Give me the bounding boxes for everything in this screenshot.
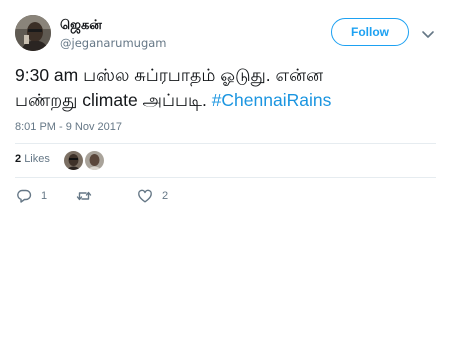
divider xyxy=(15,177,436,178)
tweet-text-line-2: பண்றது climate அப்படி. #ChennaiRains xyxy=(15,88,440,113)
tweet-text: 9:30 am பஸ்ல சுப்ரபாதம் ஓடுது. என்ன பண்ற… xyxy=(15,63,440,113)
like-button[interactable]: 2 xyxy=(137,188,168,204)
reply-icon xyxy=(17,189,32,203)
tweet-timestamp[interactable]: 8:01 PM - 9 Nov 2017 xyxy=(15,121,122,133)
retweet-button[interactable] xyxy=(76,188,101,204)
reply-count: 1 xyxy=(41,190,48,202)
follow-button[interactable]: Follow xyxy=(331,18,409,46)
liker-avatar[interactable] xyxy=(64,151,83,170)
chevron-down-icon[interactable] xyxy=(421,26,435,38)
avatar[interactable] xyxy=(15,15,51,51)
avatar-photo xyxy=(15,15,51,51)
likes-label: Likes xyxy=(24,153,50,165)
likes-count: 2 xyxy=(15,153,22,165)
display-name[interactable]: ஜெகன் xyxy=(60,18,102,34)
divider xyxy=(15,143,436,144)
retweet-icon xyxy=(76,191,92,201)
likes-summary[interactable]: 2 Likes xyxy=(15,153,50,165)
tweet-card: ஜெகன் @jeganarumugam Follow 9:30 am பஸ்ல… xyxy=(0,0,451,338)
liker-avatar[interactable] xyxy=(85,151,104,170)
tweet-text-line-2-body: பண்றது climate அப்படி. xyxy=(15,90,212,110)
user-handle[interactable]: @jeganarumugam xyxy=(60,36,167,50)
hashtag-link[interactable]: #ChennaiRains xyxy=(212,90,332,110)
like-count: 2 xyxy=(162,190,169,202)
reply-button[interactable]: 1 xyxy=(16,188,47,204)
heart-icon xyxy=(138,189,152,203)
tweet-text-line-1: 9:30 am பஸ்ல சுப்ரபாதம் ஓடுது. என்ன xyxy=(15,65,324,85)
